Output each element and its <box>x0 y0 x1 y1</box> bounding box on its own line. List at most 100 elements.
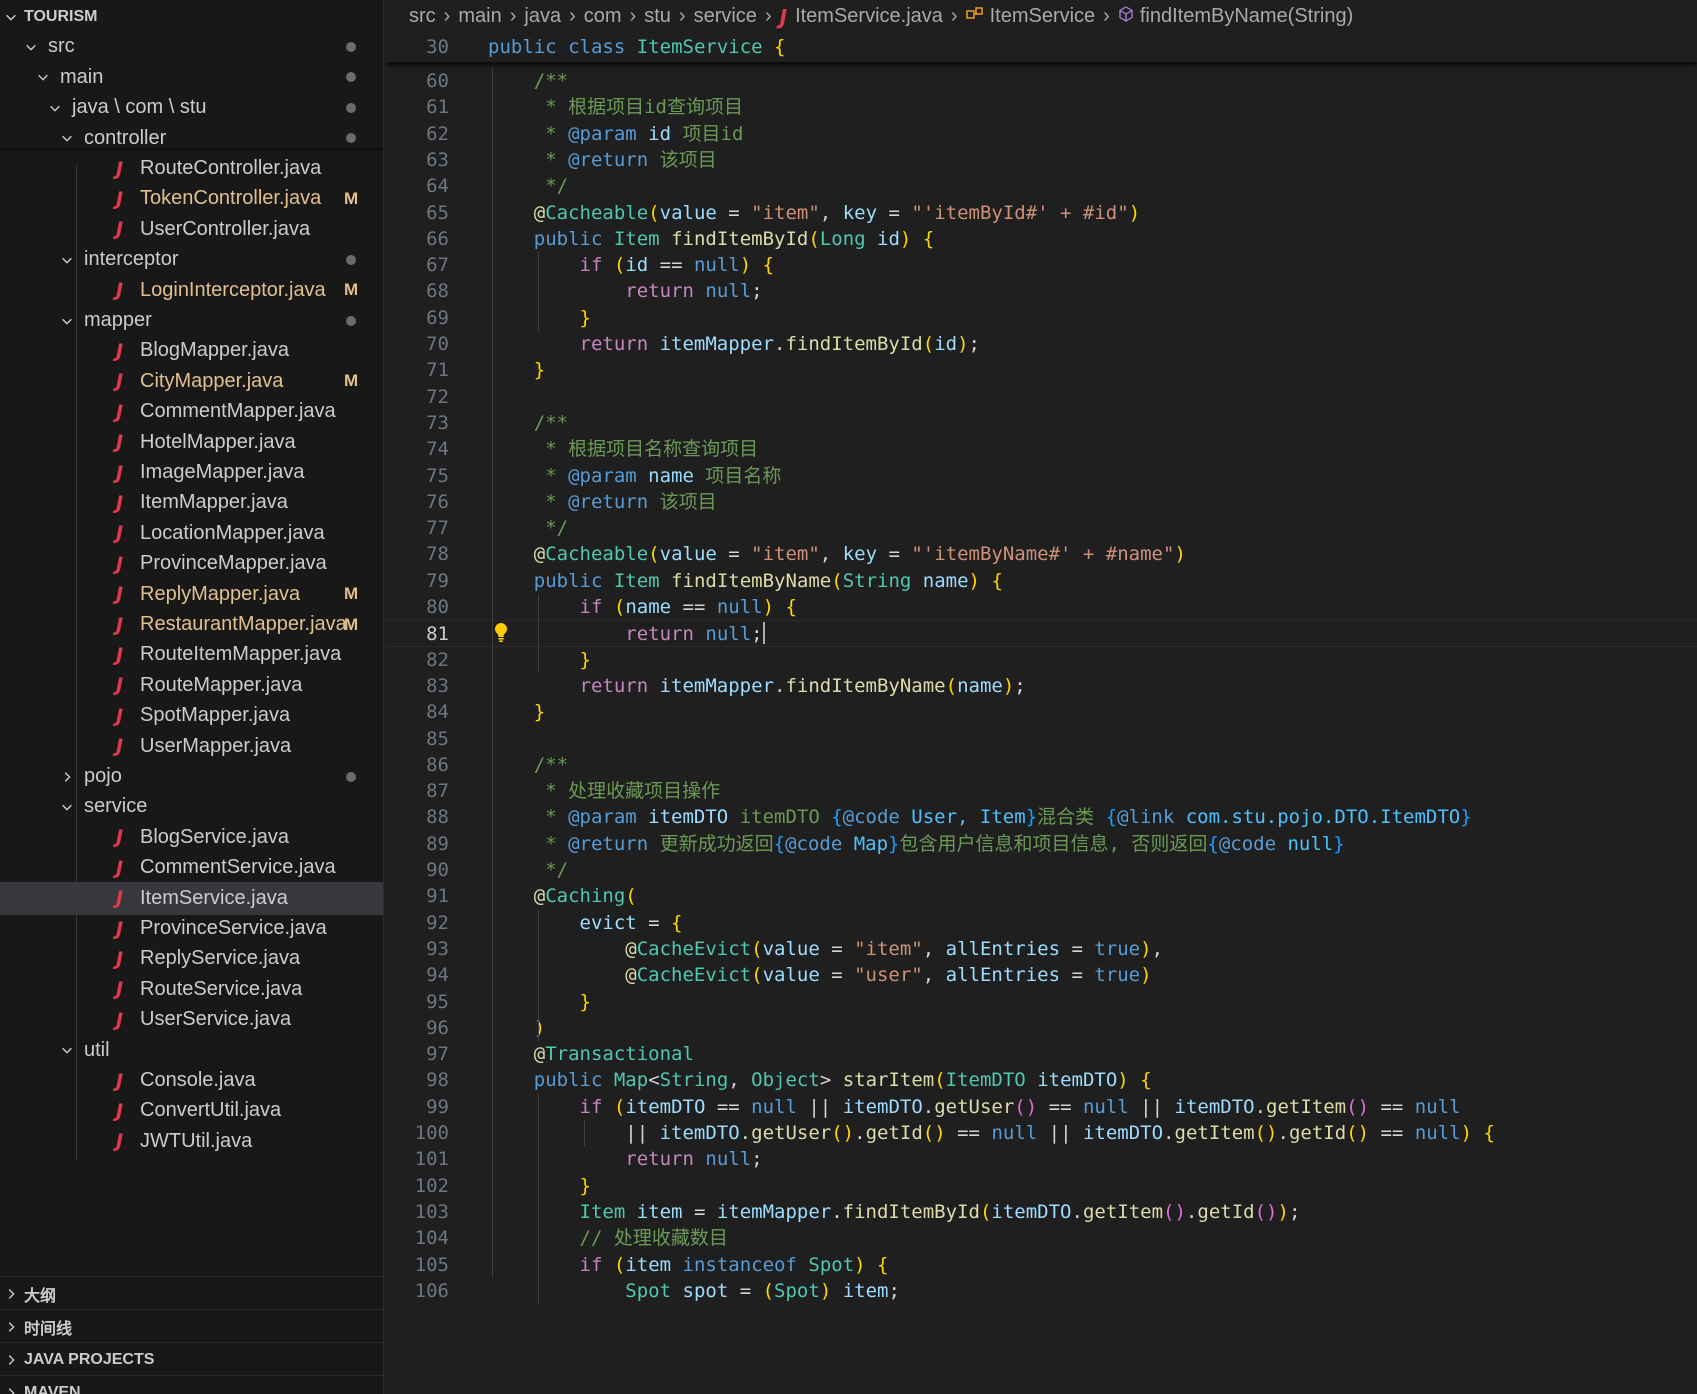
code-line[interactable]: 92 evict = { <box>385 910 1697 936</box>
breadcrumb-file[interactable]: ItemService.java <box>795 5 943 28</box>
breadcrumb-item[interactable]: stu <box>644 5 671 28</box>
code-line[interactable]: 84 } <box>385 699 1697 725</box>
code-line[interactable]: 74 * 根据项目名称查询项目 <box>385 436 1697 462</box>
breadcrumb-item[interactable]: src <box>409 5 436 28</box>
code-line[interactable]: 73 /** <box>385 410 1697 436</box>
code-line[interactable]: 71 } <box>385 357 1697 383</box>
sticky-line[interactable]: 30 public class ItemService { <box>385 33 1697 62</box>
folder-main[interactable]: main <box>0 61 383 94</box>
file-restaurantmapper-java[interactable]: J RestaurantMapper.java M <box>0 608 383 641</box>
folder-mapper[interactable]: mapper <box>0 304 383 337</box>
code-line[interactable]: 104 // 处理收藏数目 <box>385 1225 1697 1251</box>
file-commentservice-java[interactable]: J CommentService.java <box>0 851 383 884</box>
file-routeitemmapper-java[interactable]: J RouteItemMapper.java <box>0 638 383 671</box>
code-line[interactable]: 79 public Item findItemByName(String nam… <box>385 568 1697 594</box>
code-line[interactable]: 65 @Cacheable(value = "item", key = "'it… <box>385 200 1697 226</box>
code-line[interactable]: 85 <box>385 726 1697 752</box>
file-blogservice-java[interactable]: J BlogService.java <box>0 821 383 854</box>
file-citymapper-java[interactable]: J CityMapper.java M <box>0 365 383 398</box>
section-header-[interactable]: 时间线 <box>0 1309 383 1342</box>
code-line[interactable]: 67 if (id == null) { <box>385 252 1697 278</box>
code-line[interactable]: 77 */ <box>385 515 1697 541</box>
breadcrumb-item[interactable]: main <box>458 5 501 28</box>
code-line[interactable]: 80 if (name == null) { <box>385 594 1697 620</box>
code-line[interactable]: 83 return itemMapper.findItemByName(name… <box>385 673 1697 699</box>
file-spotmapper-java[interactable]: J SpotMapper.java <box>0 699 383 732</box>
breadcrumb-item[interactable]: java <box>524 5 561 28</box>
code-line[interactable]: 88 * @param itemDTO itemDTO {@code User,… <box>385 804 1697 830</box>
breadcrumb-class[interactable]: ItemService <box>990 5 1096 28</box>
file-tokencontroller-java[interactable]: J TokenController.java M <box>0 182 383 215</box>
file-replymapper-java[interactable]: J ReplyMapper.java M <box>0 578 383 611</box>
code-line[interactable]: 69 } <box>385 305 1697 331</box>
code-line[interactable]: 95 } <box>385 989 1697 1015</box>
code-line[interactable]: 96 ) <box>385 1015 1697 1041</box>
folder-java-com-stu[interactable]: java \ com \ stu <box>0 91 383 124</box>
folder-pojo[interactable]: pojo <box>0 760 383 793</box>
file-imagemapper-java[interactable]: J ImageMapper.java <box>0 456 383 489</box>
code-line[interactable]: 90 */ <box>385 857 1697 883</box>
code-line[interactable]: 81 return null; <box>385 620 1697 647</box>
folder-util[interactable]: util <box>0 1034 383 1067</box>
file-commentmapper-java[interactable]: J CommentMapper.java <box>0 395 383 428</box>
code-line[interactable]: 102 } <box>385 1173 1697 1199</box>
code-line[interactable]: 106 Spot spot = (Spot) item; <box>385 1278 1697 1304</box>
code-line[interactable]: 75 * @param name 项目名称 <box>385 463 1697 489</box>
file-itemmapper-java[interactable]: J ItemMapper.java <box>0 486 383 519</box>
code-line[interactable]: 97 @Transactional <box>385 1041 1697 1067</box>
section-header-[interactable]: 大纲 <box>0 1276 383 1309</box>
file-userservice-java[interactable]: J UserService.java <box>0 1003 383 1036</box>
file-routeservice-java[interactable]: J RouteService.java <box>0 973 383 1006</box>
code-line[interactable]: 105 if (item instanceof Spot) { <box>385 1252 1697 1278</box>
folder-service[interactable]: service <box>0 790 383 823</box>
sticky-scroll-header[interactable]: 30 public class ItemService { <box>385 33 1697 62</box>
breadcrumb-item[interactable]: service <box>694 5 757 28</box>
code-line[interactable]: 72 <box>385 384 1697 410</box>
breadcrumb-method[interactable]: findItemByName(String) <box>1140 5 1353 28</box>
file-locationmapper-java[interactable]: J LocationMapper.java <box>0 517 383 550</box>
code-line[interactable]: 86 /** <box>385 752 1697 778</box>
file-provincemapper-java[interactable]: J ProvinceMapper.java <box>0 547 383 580</box>
code-line[interactable]: 91 @Caching( <box>385 883 1697 909</box>
code-line[interactable]: 76 * @return 该项目 <box>385 489 1697 515</box>
code-line[interactable]: 94 @CacheEvict(value = "user", allEntrie… <box>385 962 1697 988</box>
folder-interceptor[interactable]: interceptor <box>0 243 383 276</box>
code-line[interactable]: 60 /** <box>385 68 1697 94</box>
file-logininterceptor-java[interactable]: J LoginInterceptor.java M <box>0 274 383 307</box>
code-line[interactable]: 93 @CacheEvict(value = "item", allEntrie… <box>385 936 1697 962</box>
file-replyservice-java[interactable]: J ReplyService.java <box>0 942 383 975</box>
file-console-java[interactable]: J Console.java <box>0 1064 383 1097</box>
folder-src[interactable]: src <box>0 30 383 63</box>
file-usercontroller-java[interactable]: J UserController.java <box>0 213 383 246</box>
code-line[interactable]: 70 return itemMapper.findItemById(id); <box>385 331 1697 357</box>
file-usermapper-java[interactable]: J UserMapper.java <box>0 730 383 763</box>
code-line[interactable]: 103 Item item = itemMapper.findItemById(… <box>385 1199 1697 1225</box>
code-line[interactable]: 68 return null; <box>385 278 1697 304</box>
code-line[interactable]: 87 * 处理收藏项目操作 <box>385 778 1697 804</box>
breadcrumb-item[interactable]: com <box>584 5 622 28</box>
code-line[interactable]: 63 * @return 该项目 <box>385 147 1697 173</box>
code-line[interactable]: 101 return null; <box>385 1146 1697 1172</box>
file-jwtutil-java[interactable]: J JWTUtil.java <box>0 1125 383 1158</box>
section-header-java-projects[interactable]: JAVA PROJECTS <box>0 1342 383 1375</box>
file-itemservice-java[interactable]: J ItemService.java <box>0 881 383 915</box>
code-line[interactable]: 62 * @param id 项目id <box>385 121 1697 147</box>
code-line[interactable]: 98 public Map<String, Object> starItem(I… <box>385 1067 1697 1093</box>
code-line[interactable]: 99 if (itemDTO == null || itemDTO.getUse… <box>385 1094 1697 1120</box>
file-blogmapper-java[interactable]: J BlogMapper.java <box>0 334 383 367</box>
file-provinceservice-java[interactable]: J ProvinceService.java <box>0 912 383 945</box>
section-header-maven[interactable]: MAVEN <box>0 1375 383 1394</box>
file-routecontroller-java[interactable]: J RouteController.java <box>0 152 383 185</box>
file-hotelmapper-java[interactable]: J HotelMapper.java <box>0 426 383 459</box>
file-routemapper-java[interactable]: J RouteMapper.java <box>0 669 383 702</box>
file-convertutil-java[interactable]: J ConvertUtil.java <box>0 1094 383 1127</box>
code-line[interactable]: 66 public Item findItemById(Long id) { <box>385 226 1697 252</box>
code-line[interactable]: 78 @Cacheable(value = "item", key = "'it… <box>385 541 1697 567</box>
code-line[interactable]: 64 */ <box>385 173 1697 199</box>
explorer-root-header[interactable]: TOURISM <box>0 0 383 33</box>
code-line[interactable]: 100 || itemDTO.getUser().getId() == null… <box>385 1120 1697 1146</box>
code-line[interactable]: 82 } <box>385 647 1697 673</box>
code-line[interactable]: 89 * @return 更新成功返回{@code Map}包含用户信息和项目信… <box>385 831 1697 857</box>
lightbulb-icon[interactable] <box>493 622 509 644</box>
code-line[interactable]: 61 * 根据项目id查询项目 <box>385 94 1697 120</box>
